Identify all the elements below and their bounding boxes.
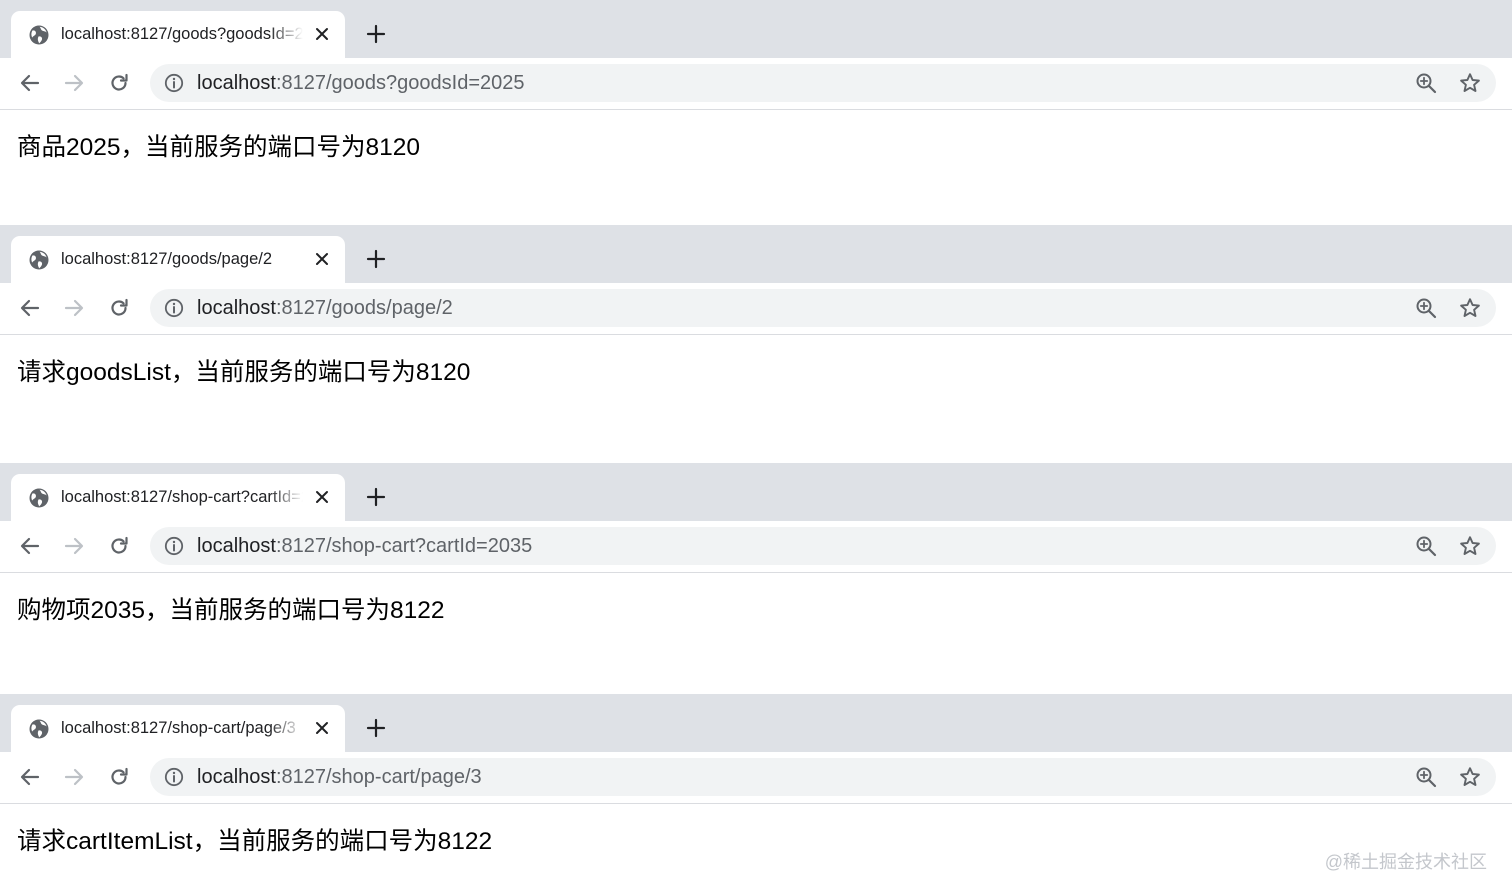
plus-icon[interactable]: [362, 483, 390, 511]
close-icon[interactable]: [311, 248, 333, 270]
zoom-in-icon[interactable]: [1415, 72, 1437, 94]
page-content: 购物项2035，当前服务的端口号为8122: [0, 573, 1512, 694]
browser-tab[interactable]: localhost:8127/goods/page/2: [11, 236, 345, 283]
watermark: @稀土掘金技术社区: [1324, 852, 1487, 872]
reload-icon[interactable]: [106, 70, 132, 96]
reload-icon[interactable]: [106, 764, 132, 790]
globe-icon: [28, 718, 50, 740]
globe-icon: [28, 487, 50, 509]
url-path: :8127/shop-cart/page/3: [275, 766, 482, 788]
response-text: 请求goodsList，当前服务的端口号为8120: [17, 359, 471, 386]
forward-arrow-icon[interactable]: [61, 533, 87, 559]
zoom-in-icon[interactable]: [1415, 766, 1437, 788]
response-text: 购物项2035，当前服务的端口号为8122: [17, 597, 445, 624]
tab-strip: localhost:8127/goods?goodsId=2025: [0, 0, 1512, 58]
response-text: 商品2025，当前服务的端口号为8120: [17, 134, 421, 161]
zoom-in-icon[interactable]: [1415, 297, 1437, 319]
browser-window-3: localhost:8127/shop-cart?cartId=2035 loc…: [0, 463, 1512, 694]
plus-icon[interactable]: [362, 245, 390, 273]
address-bar[interactable]: localhost:8127/goods/page/2: [150, 289, 1496, 327]
info-icon[interactable]: [164, 73, 184, 93]
tab-title: localhost:8127/goods?goodsId=2025: [61, 25, 303, 43]
tab-title: localhost:8127/shop-cart?cartId=2035: [61, 488, 303, 506]
reload-icon[interactable]: [106, 533, 132, 559]
browser-window-2: localhost:8127/goods/page/2 localhost:81…: [0, 225, 1512, 463]
close-icon[interactable]: [311, 23, 333, 45]
info-icon[interactable]: [164, 298, 184, 318]
back-arrow-icon[interactable]: [17, 764, 43, 790]
tab-strip: localhost:8127/shop-cart?cartId=2035: [0, 463, 1512, 521]
plus-icon[interactable]: [362, 714, 390, 742]
forward-arrow-icon[interactable]: [61, 70, 87, 96]
star-icon[interactable]: [1459, 297, 1481, 319]
toolbar: localhost:8127/goods/page/2: [0, 283, 1512, 335]
info-icon[interactable]: [164, 536, 184, 556]
info-icon[interactable]: [164, 767, 184, 787]
url-text[interactable]: localhost:8127/goods?goodsId=2025: [197, 64, 525, 102]
page-content: 请求cartItemList，当前服务的端口号为8122 @稀土掘金技术社区: [0, 804, 1512, 896]
url-host: localhost: [197, 72, 276, 94]
tab-strip: localhost:8127/shop-cart/page/3: [0, 694, 1512, 752]
plus-icon[interactable]: [362, 20, 390, 48]
forward-arrow-icon[interactable]: [61, 295, 87, 321]
star-icon[interactable]: [1459, 766, 1481, 788]
toolbar: localhost:8127/shop-cart/page/3: [0, 752, 1512, 804]
back-arrow-icon[interactable]: [17, 70, 43, 96]
url-path: :8127/goods?goodsId=2025: [275, 72, 525, 94]
tab-strip: localhost:8127/goods/page/2: [0, 225, 1512, 283]
close-icon[interactable]: [311, 717, 333, 739]
browser-tab[interactable]: localhost:8127/goods?goodsId=2025: [11, 11, 345, 58]
response-text: 请求cartItemList，当前服务的端口号为8122: [17, 828, 493, 855]
browser-window-4: localhost:8127/shop-cart/page/3 localhos…: [0, 694, 1512, 896]
star-icon[interactable]: [1459, 535, 1481, 557]
url-text[interactable]: localhost:8127/goods/page/2: [197, 289, 453, 327]
star-icon[interactable]: [1459, 72, 1481, 94]
close-icon[interactable]: [311, 486, 333, 508]
url-host: localhost: [197, 535, 276, 557]
reload-icon[interactable]: [106, 295, 132, 321]
address-bar[interactable]: localhost:8127/shop-cart/page/3: [150, 758, 1496, 796]
url-path: :8127/goods/page/2: [275, 297, 453, 319]
url-host: localhost: [197, 297, 276, 319]
browser-tab[interactable]: localhost:8127/shop-cart?cartId=2035: [11, 474, 345, 521]
browser-tab[interactable]: localhost:8127/shop-cart/page/3: [11, 705, 345, 752]
toolbar: localhost:8127/goods?goodsId=2025: [0, 58, 1512, 110]
back-arrow-icon[interactable]: [17, 533, 43, 559]
globe-icon: [28, 249, 50, 271]
url-text[interactable]: localhost:8127/shop-cart?cartId=2035: [197, 527, 532, 565]
browser-window-1: localhost:8127/goods?goodsId=2025 localh…: [0, 0, 1512, 226]
zoom-in-icon[interactable]: [1415, 535, 1437, 557]
back-arrow-icon[interactable]: [17, 295, 43, 321]
url-host: localhost: [197, 766, 276, 788]
url-text[interactable]: localhost:8127/shop-cart/page/3: [197, 758, 482, 796]
page-content: 商品2025，当前服务的端口号为8120: [0, 110, 1512, 226]
tab-title: localhost:8127/goods/page/2: [61, 250, 273, 268]
tab-title: localhost:8127/shop-cart/page/3: [61, 719, 296, 737]
globe-icon: [28, 24, 50, 46]
url-path: :8127/shop-cart?cartId=2035: [275, 535, 533, 557]
address-bar[interactable]: localhost:8127/shop-cart?cartId=2035: [150, 527, 1496, 565]
toolbar: localhost:8127/shop-cart?cartId=2035: [0, 521, 1512, 573]
forward-arrow-icon[interactable]: [61, 764, 87, 790]
address-bar[interactable]: localhost:8127/goods?goodsId=2025: [150, 64, 1496, 102]
page-content: 请求goodsList，当前服务的端口号为8120: [0, 335, 1512, 463]
